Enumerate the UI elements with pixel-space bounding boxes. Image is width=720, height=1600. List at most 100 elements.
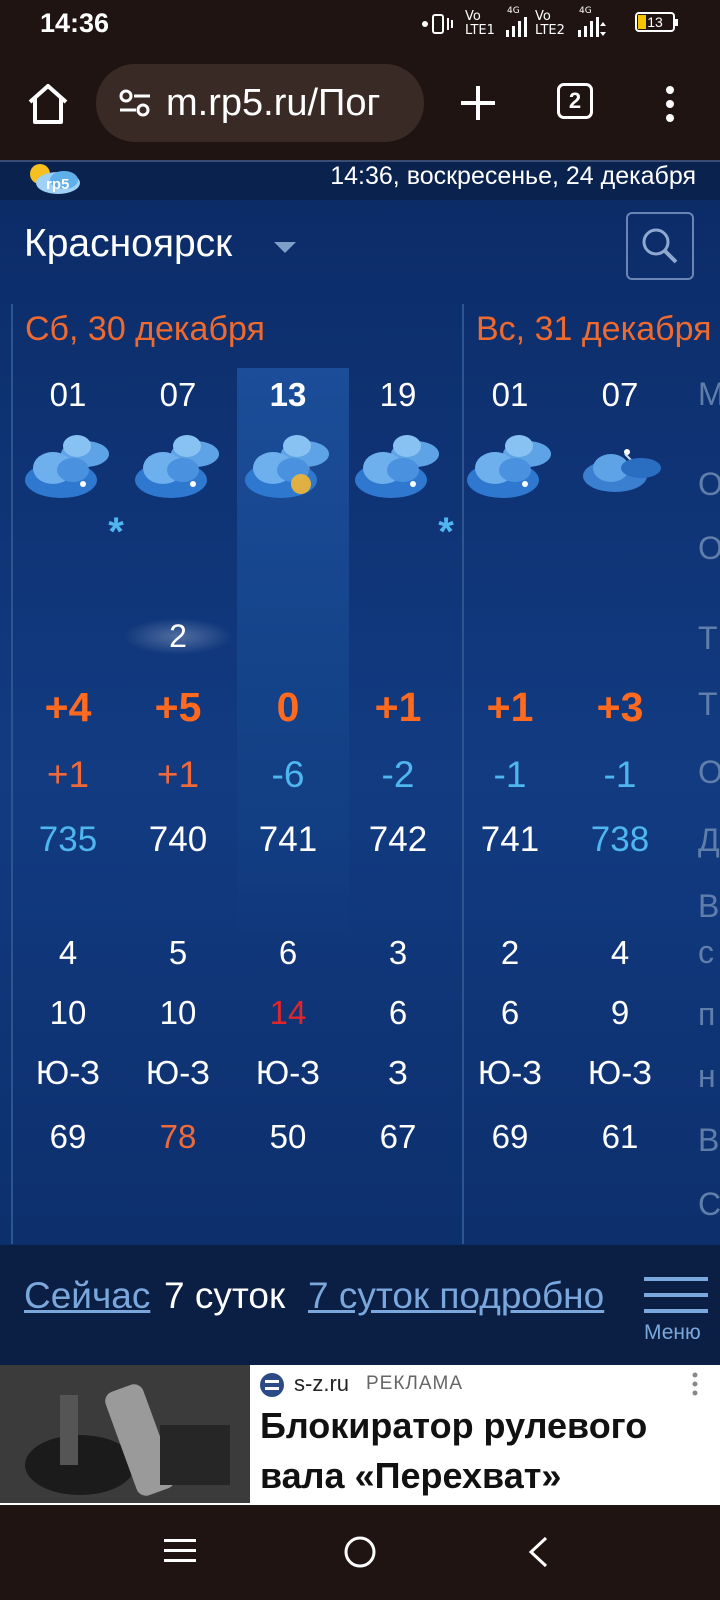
- cloudy-night-icon: [25, 435, 109, 498]
- humidity: 78: [159, 1118, 197, 1155]
- humidity: 67: [379, 1118, 417, 1155]
- ad-label: РЕКЛАМА: [366, 1373, 464, 1394]
- cloudy-night-icon: [135, 435, 219, 498]
- wind-direction: З: [388, 1054, 408, 1091]
- humidity: 61: [601, 1118, 639, 1155]
- forecast-panel: Красноярск Сб, 30 декабря Вс, 31 декабря…: [0, 200, 720, 1245]
- home-icon[interactable]: [24, 80, 72, 128]
- cloud-cover: 2: [123, 618, 233, 655]
- side-label: М: [698, 376, 720, 412]
- wind-speed: 6: [278, 934, 298, 971]
- address-bar[interactable]: m.rp5.ru/Пог: [96, 64, 424, 142]
- feels-like-temperature: +1: [46, 754, 90, 795]
- humidity: 69: [49, 1118, 87, 1155]
- forecast-hour: 07: [601, 376, 639, 413]
- feels-like-temperature: -6: [271, 754, 305, 795]
- humidity: 50: [269, 1118, 307, 1155]
- wind-direction: Ю-З: [145, 1054, 211, 1091]
- wind-gust: 6: [500, 994, 520, 1031]
- status-icons: Vo LTE1 4G Vo LTE2 4G 13: [422, 6, 685, 42]
- side-label: О: [698, 754, 720, 790]
- city-selector[interactable]: Красноярск: [24, 222, 232, 266]
- ad-source-icon: [260, 1373, 284, 1397]
- side-label: С: [698, 1186, 720, 1222]
- cloudy-sun-icon: [245, 435, 329, 498]
- ad-domain[interactable]: s-z.ru: [294, 1371, 349, 1397]
- menu-icon[interactable]: [644, 1275, 708, 1315]
- forecast-hour: 13: [269, 376, 307, 413]
- partly-cloudy-night-icon: [583, 449, 661, 492]
- day-label-sat: Сб, 30 декабря: [25, 310, 265, 348]
- snow-icon: *: [438, 510, 454, 554]
- nav-7-days: 7 суток: [164, 1275, 286, 1316]
- signal2-icon: [578, 17, 606, 37]
- ad-banner[interactable]: s-z.ru РЕКЛАМА Блокиратор рулевого вала …: [0, 1365, 720, 1505]
- pressure: 738: [590, 820, 650, 859]
- weather-icon-cell[interactable]: [123, 428, 233, 508]
- day-label-sun: Вс, 31 декабря: [476, 310, 712, 348]
- wind-direction: Ю-З: [477, 1054, 543, 1091]
- recent-apps-icon[interactable]: [164, 1537, 196, 1565]
- pressure: 741: [480, 820, 540, 859]
- wind-speed: 2: [500, 934, 520, 971]
- tabs-button[interactable]: 2: [557, 83, 593, 119]
- cloudy-night-icon: [467, 435, 551, 498]
- side-label: Т: [698, 686, 718, 722]
- temperature: +1: [374, 684, 422, 730]
- chevron-down-icon[interactable]: [274, 242, 296, 253]
- weather-icon-cell[interactable]: [455, 428, 565, 508]
- battery-level: 13: [647, 14, 663, 30]
- side-label: О: [698, 466, 720, 502]
- pressure: 735: [38, 820, 98, 859]
- back-icon[interactable]: [526, 1535, 550, 1569]
- wind-gust: 14: [269, 994, 307, 1031]
- wind-gust: 6: [388, 994, 408, 1031]
- cloudy-night-icon: [355, 435, 439, 498]
- forecast-hour: 01: [491, 376, 529, 413]
- wind-speed: 3: [388, 934, 408, 971]
- ad-title[interactable]: Блокиратор рулевого вала «Перехват»: [260, 1401, 710, 1501]
- wind-direction: Ю-З: [255, 1054, 321, 1091]
- feels-like-temperature: -1: [603, 754, 637, 795]
- temperature: +4: [44, 684, 92, 730]
- signal1-icon: [506, 17, 527, 37]
- temperature: +3: [596, 684, 644, 730]
- side-label: Т: [698, 620, 718, 656]
- more-options-icon[interactable]: [655, 82, 685, 126]
- weather-icon-cell[interactable]: [343, 428, 453, 508]
- ad-image[interactable]: [0, 1365, 250, 1503]
- temperature: +1: [486, 684, 534, 730]
- humidity: 69: [491, 1118, 529, 1155]
- ad-more-icon[interactable]: [690, 1371, 700, 1397]
- weather-icon-cell[interactable]: [233, 428, 343, 508]
- feels-like-temperature: -1: [493, 754, 527, 795]
- new-tab-icon[interactable]: [455, 80, 501, 126]
- weather-icon-cell[interactable]: [565, 428, 675, 508]
- url-text: m.rp5.ru/Пог: [166, 82, 381, 124]
- bottom-navigation: Сейчас 7 суток 7 суток подробно Меню: [0, 1245, 720, 1365]
- search-button[interactable]: [626, 212, 694, 280]
- browser-toolbar: m.rp5.ru/Пог 2: [0, 50, 720, 160]
- nav-now-link[interactable]: Сейчас: [24, 1275, 150, 1317]
- nav-7-days-detail-link[interactable]: 7 суток подробно: [308, 1275, 604, 1317]
- home-nav-icon[interactable]: [343, 1535, 377, 1569]
- status-bar: 14:36 Vo LTE1 4G Vo LTE2 4G 13: [0, 0, 720, 50]
- battery-indicator: 13: [635, 12, 678, 32]
- current-datetime: 14:36, воскресенье, 24 декабря: [330, 162, 696, 190]
- wind-gust: 9: [610, 994, 630, 1031]
- forecast-hour: 07: [159, 376, 197, 413]
- ad-photo: [0, 1365, 250, 1503]
- snow-icon: *: [108, 510, 124, 554]
- site-settings-icon[interactable]: [118, 88, 152, 118]
- forecast-hour: 19: [379, 376, 417, 413]
- weather-icon-cell[interactable]: [13, 428, 123, 508]
- wind-speed: 4: [610, 934, 630, 971]
- menu-label[interactable]: Меню: [644, 1321, 701, 1345]
- sim1-label: Vo: [465, 9, 481, 24]
- temperature: +5: [154, 684, 202, 730]
- sim2-lte: LTE2: [535, 23, 565, 38]
- rp5-logo[interactable]: rp5: [26, 162, 86, 196]
- site-header: rp5 14:36, воскресенье, 24 декабря: [0, 160, 720, 200]
- pressure: 740: [148, 820, 208, 859]
- sim1-lte: LTE1: [465, 23, 495, 38]
